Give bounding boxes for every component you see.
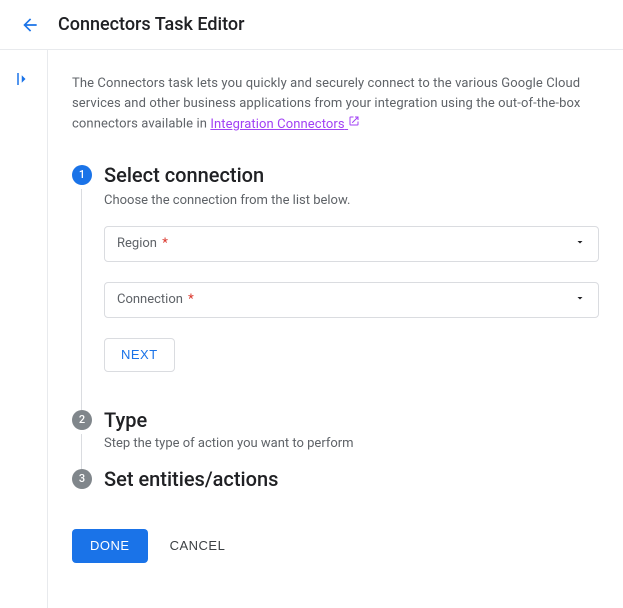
step-entities-actions: 3 Set entities/actions (72, 467, 599, 507)
header: Connectors Task Editor (0, 0, 623, 50)
external-link-icon (348, 114, 360, 134)
step-connector-line (81, 189, 82, 410)
connection-select[interactable]: Connection * (104, 282, 599, 318)
left-rail (0, 50, 48, 608)
back-arrow-icon[interactable] (20, 15, 40, 35)
step-number-badge: 3 (72, 469, 92, 489)
container: The Connectors task lets you quickly and… (0, 50, 623, 608)
next-button[interactable]: NEXT (104, 338, 175, 372)
cancel-button[interactable]: CANCEL (170, 538, 226, 553)
chevron-down-icon (574, 292, 586, 308)
intro-text: The Connectors task lets you quickly and… (72, 74, 599, 135)
footer-buttons: DONE CANCEL (72, 529, 599, 563)
step-title: Type (104, 408, 599, 432)
step-select-connection: 1 Select connection Choose the connectio… (72, 163, 599, 408)
integration-connectors-link[interactable]: Integration Connectors (210, 117, 360, 132)
region-label: Region * (117, 236, 168, 251)
step-subtitle: Step the type of action you want to perf… (104, 436, 599, 451)
step-title: Set entities/actions (104, 467, 599, 491)
step-title: Select connection (104, 163, 599, 187)
region-select[interactable]: Region * (104, 226, 599, 262)
step-number-badge: 2 (72, 410, 92, 430)
page-title: Connectors Task Editor (58, 14, 244, 35)
connection-label: Connection * (117, 292, 194, 307)
step-subtitle: Choose the connection from the list belo… (104, 193, 599, 208)
done-button[interactable]: DONE (72, 529, 148, 563)
expand-panel-icon[interactable] (15, 70, 33, 88)
stepper: 1 Select connection Choose the connectio… (72, 163, 599, 507)
step-type: 2 Type Step the type of action you want … (72, 408, 599, 467)
step-connector-line (81, 434, 82, 469)
step-number-badge: 1 (72, 165, 92, 185)
chevron-down-icon (574, 236, 586, 252)
main: The Connectors task lets you quickly and… (48, 50, 623, 608)
